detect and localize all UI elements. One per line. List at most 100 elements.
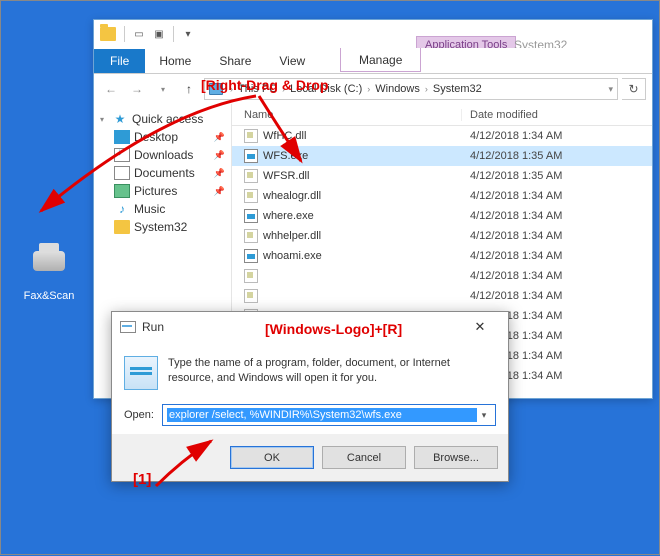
nav-item-icon: ♪	[114, 202, 130, 216]
col-date[interactable]: Date modified	[462, 109, 652, 121]
exe-file-icon	[244, 149, 258, 163]
desktop-shortcut-label: Fax&Scan	[17, 290, 81, 302]
desktop-shortcut-fax-scan[interactable]: Fax&Scan	[17, 241, 81, 302]
nav-item-label: System32	[134, 220, 187, 234]
file-name: WfHC.dll	[263, 130, 306, 142]
nav-item-label: Desktop	[134, 130, 178, 144]
file-date: 4/12/2018 1:34 AM	[462, 270, 652, 282]
file-name: whhelper.dll	[263, 230, 321, 242]
breadcrumb-segment[interactable]: This PC	[238, 83, 277, 95]
file-date: 4/12/2018 1:35 AM	[462, 150, 652, 162]
folder-icon	[100, 27, 116, 41]
column-headers[interactable]: Name Date modified	[232, 104, 652, 126]
col-name[interactable]: Name	[232, 109, 462, 121]
nav-recent-icon[interactable]: ▾	[152, 78, 174, 100]
file-date: 4/12/2018 1:34 AM	[462, 250, 652, 262]
file-row[interactable]: WfHC.dll 4/12/2018 1:34 AM	[232, 126, 652, 146]
tab-share[interactable]: Share	[205, 49, 265, 73]
breadcrumb[interactable]: › This PC› Local Disk (C:)› Windows› Sys…	[204, 78, 618, 100]
sidebar-item-desktop[interactable]: Desktop 📌	[96, 128, 229, 146]
nav-item-icon	[114, 166, 130, 180]
nav-back-icon[interactable]: ←	[100, 78, 122, 100]
nav-item-label: Downloads	[134, 148, 193, 162]
pc-icon	[209, 83, 223, 95]
run-dialog: Run ✕ Type the name of a program, folder…	[111, 311, 509, 482]
dll-file-icon	[244, 289, 258, 303]
star-icon: ★	[112, 112, 128, 126]
browse-button[interactable]: Browse...	[414, 446, 498, 469]
address-toolbar: ← → ▾ ↑ › This PC› Local Disk (C:)› Wind…	[94, 74, 652, 104]
titlebar[interactable]: ▭ ▣ ▾	[94, 20, 652, 48]
open-value[interactable]: explorer /select, %WINDIR%\System32\wfs.…	[167, 408, 477, 422]
pin-icon: 📌	[214, 150, 225, 161]
nav-forward-icon: →	[126, 78, 148, 100]
run-title-text: Run	[142, 320, 164, 334]
file-row[interactable]: where.exe 4/12/2018 1:34 AM	[232, 206, 652, 226]
pin-icon: 📌	[214, 132, 225, 143]
file-date: 4/12/2018 1:34 AM	[462, 190, 652, 202]
close-button[interactable]: ✕	[460, 313, 500, 341]
breadcrumb-segment[interactable]: Local Disk (C:)	[290, 83, 362, 95]
file-row[interactable]: 4/12/2018 1:34 AM	[232, 286, 652, 306]
file-date: 4/12/2018 1:34 AM	[462, 130, 652, 142]
cancel-button[interactable]: Cancel	[322, 446, 406, 469]
exe-file-icon	[244, 209, 258, 223]
file-row[interactable]: 4/12/2018 1:34 AM	[232, 266, 652, 286]
sidebar-item-music[interactable]: ♪ Music	[96, 200, 229, 218]
ok-button[interactable]: OK	[230, 446, 314, 469]
nav-item-icon	[114, 184, 130, 198]
dll-file-icon	[244, 229, 258, 243]
file-date: 4/12/2018 1:34 AM	[462, 210, 652, 222]
tab-home[interactable]: Home	[145, 49, 205, 73]
nav-item-icon	[114, 220, 130, 234]
file-row[interactable]: whoami.exe 4/12/2018 1:34 AM	[232, 246, 652, 266]
dll-file-icon	[244, 189, 258, 203]
dll-file-icon	[244, 169, 258, 183]
nav-up-icon[interactable]: ↑	[178, 78, 200, 100]
file-row[interactable]: whhelper.dll4/12/2018 1:34 AM	[232, 226, 652, 246]
tab-manage[interactable]: Manage	[340, 48, 421, 72]
file-row[interactable]: WFSR.dll 4/12/2018 1:35 AM	[232, 166, 652, 186]
collapse-icon[interactable]: ▾	[100, 115, 108, 124]
file-row[interactable]: WFS.exe 4/12/2018 1:35 AM	[232, 146, 652, 166]
open-combobox[interactable]: explorer /select, %WINDIR%\System32\wfs.…	[162, 404, 496, 426]
qat-dropdown-icon[interactable]: ▾	[180, 26, 196, 42]
run-description: Type the name of a program, folder, docu…	[168, 356, 496, 390]
nav-item-label: Pictures	[134, 184, 177, 198]
exe-file-icon	[244, 249, 258, 263]
qat-properties-icon[interactable]: ▭	[131, 26, 147, 42]
run-titlebar[interactable]: Run ✕	[112, 312, 508, 342]
file-date: 4/12/2018 1:34 AM	[462, 290, 652, 302]
nav-item-icon	[114, 148, 130, 162]
pin-icon: 📌	[214, 168, 225, 179]
nav-item-label: Documents	[134, 166, 195, 180]
qat-newfolder-icon[interactable]: ▣	[151, 26, 167, 42]
tab-file[interactable]: File	[94, 49, 145, 73]
run-large-icon	[124, 356, 158, 390]
run-icon	[120, 320, 136, 334]
file-name: WFSR.dll	[263, 170, 309, 182]
nav-item-label: Music	[134, 202, 165, 216]
file-name: where.exe	[263, 210, 314, 222]
breadcrumb-segment[interactable]: Windows	[375, 83, 420, 95]
tab-view[interactable]: View	[265, 49, 319, 73]
file-name: whoami.exe	[263, 250, 322, 262]
close-icon: ✕	[475, 319, 486, 335]
file-row[interactable]: whealogr.dll 4/12/2018 1:34 AM	[232, 186, 652, 206]
breadcrumb-segment[interactable]: System32	[433, 83, 482, 95]
file-name: WFS.exe	[263, 150, 308, 162]
sidebar-item-downloads[interactable]: Downloads 📌	[96, 146, 229, 164]
nav-item-icon	[114, 130, 130, 144]
file-date: 4/12/2018 1:35 AM	[462, 170, 652, 182]
file-name: whealogr.dll	[263, 190, 321, 202]
refresh-icon[interactable]: ↻	[622, 78, 646, 100]
nav-quick-access[interactable]: ▾ ★ Quick access	[96, 110, 229, 128]
open-label: Open:	[124, 409, 154, 421]
sidebar-item-documents[interactable]: Documents 📌	[96, 164, 229, 182]
pin-icon: 📌	[214, 186, 225, 197]
sidebar-item-pictures[interactable]: Pictures 📌	[96, 182, 229, 200]
sidebar-item-system32[interactable]: System32	[96, 218, 229, 236]
fax-scan-icon	[31, 251, 67, 287]
dll-file-icon	[244, 269, 258, 283]
chevron-down-icon[interactable]: ▾	[477, 410, 491, 421]
